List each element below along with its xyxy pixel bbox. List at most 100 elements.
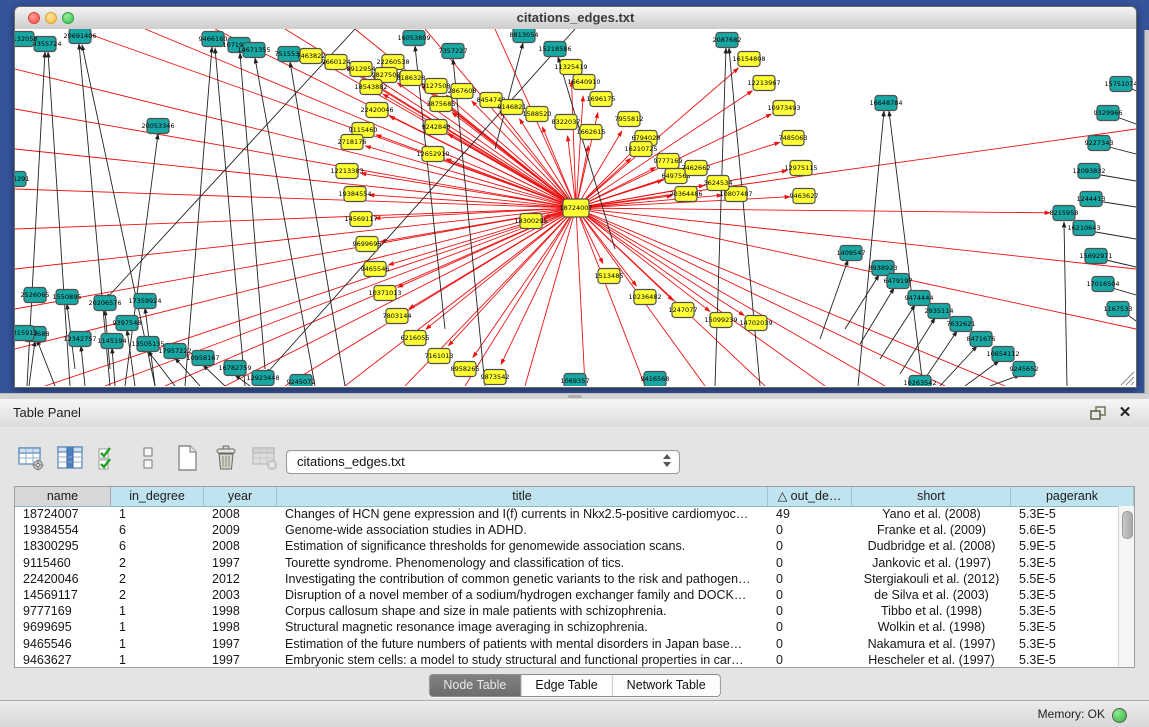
graph-node[interactable]: 8958265 <box>451 362 480 377</box>
graph-node[interactable]: 9245072 <box>287 375 316 387</box>
graph-node[interactable]: 14569117 <box>344 212 377 227</box>
graph-node[interactable]: 1145194 <box>98 334 127 349</box>
tab-network-table[interactable]: Network Table <box>613 675 720 696</box>
graph-node[interactable]: 9245652 <box>1010 362 1039 377</box>
close-panel-icon[interactable]: ✕ <box>1117 403 1133 423</box>
tab-node-table[interactable]: Node Table <box>429 675 521 696</box>
graph-node[interactable]: 7462662 <box>682 161 711 176</box>
graph-node[interactable]: 10973493 <box>767 101 800 116</box>
graph-node[interactable]: 7803144 <box>383 309 412 324</box>
graph-node[interactable]: 12093832 <box>1072 164 1105 179</box>
graph-node[interactable]: 1244413 <box>1077 192 1106 207</box>
delete-icon[interactable] <box>211 443 241 473</box>
memory-status-indicator[interactable] <box>1112 708 1127 723</box>
graph-node[interactable]: 16053809 <box>397 31 430 46</box>
graph-node[interactable]: 1696175 <box>587 92 616 107</box>
graph-node[interactable]: 9699695 <box>353 237 382 252</box>
graph-node[interactable]: 9873542 <box>481 370 510 385</box>
graph-node[interactable]: 9551291 <box>15 172 29 187</box>
graph-node[interactable]: 19384554 <box>338 187 371 202</box>
graph-node[interactable]: 20053346 <box>141 119 174 134</box>
graph-node[interactable]: 1662615 <box>577 125 606 140</box>
graph-node[interactable]: 9416568 <box>641 372 670 387</box>
graph-node[interactable]: 18724007 <box>559 199 592 217</box>
graph-node[interactable]: 9227343 <box>1085 136 1114 151</box>
graph-node[interactable]: 2935114 <box>925 304 954 319</box>
graph-node[interactable]: 9242848 <box>422 120 451 135</box>
graph-node[interactable]: 18300295 <box>514 214 547 229</box>
column-header-title[interactable]: title <box>277 487 768 506</box>
graph-node[interactable]: 9132058 <box>15 32 37 47</box>
table-row[interactable]: 1872400712008Changes of HCN gene express… <box>15 506 1119 522</box>
graph-node[interactable]: 2526065 <box>21 288 50 303</box>
graph-node[interactable]: 9397548 <box>113 316 142 331</box>
column-header-name[interactable]: name <box>15 487 111 506</box>
table-row[interactable]: 946362711997Embryonic stem cells: a mode… <box>15 652 1119 667</box>
network-window-titlebar[interactable]: citations_edges.txt <box>15 7 1136 30</box>
graph-node[interactable]: 10263542 <box>903 376 936 387</box>
graph-node[interactable]: 1588520 <box>523 107 552 122</box>
graph-node[interactable]: 9463627 <box>790 189 819 204</box>
graph-node[interactable]: 7955812 <box>615 112 644 127</box>
table-row[interactable]: 2242004622012Investigating the contribut… <box>15 571 1119 587</box>
network-graph-canvas[interactable]: 2435572420691406913205894661601071913514… <box>15 29 1136 386</box>
graph-node[interactable]: 2718176 <box>338 135 367 150</box>
graph-node[interactable]: 1513485 <box>595 269 624 284</box>
graph-node[interactable]: 16648784 <box>869 96 902 111</box>
graph-node[interactable]: 2087682 <box>713 33 742 48</box>
graph-node[interactable]: 7632621 <box>947 317 976 332</box>
table-row[interactable]: 977716911998Corpus callosum shape and si… <box>15 603 1119 619</box>
graph-node[interactable]: 15218586 <box>538 42 571 57</box>
graph-node[interactable]: 8813054 <box>510 29 539 43</box>
graph-node[interactable]: 16210643 <box>1067 221 1100 236</box>
graph-node[interactable]: 15099239 <box>704 313 737 328</box>
show-columns-icon[interactable] <box>94 443 124 473</box>
graph-node[interactable]: 20206576 <box>88 296 121 311</box>
graph-node[interactable]: 17359924 <box>128 294 161 309</box>
table-row[interactable]: 1830029562008Estimation of significance … <box>15 538 1119 554</box>
table-row[interactable]: 1456911722003Disruption of a novel membe… <box>15 587 1119 603</box>
graph-node[interactable]: 1247077 <box>669 303 698 318</box>
table-row[interactable]: 911546021997Tourette syndrome. Phenomeno… <box>15 555 1119 571</box>
table-settings-icon[interactable] <box>16 443 46 473</box>
graph-node[interactable]: 16640910 <box>567 75 600 90</box>
table-scrollbar[interactable] <box>1118 506 1134 667</box>
graph-node[interactable]: 1167533 <box>1104 302 1133 317</box>
graph-node[interactable]: 1069357 <box>561 374 590 387</box>
column-header-short[interactable]: short <box>852 487 1011 506</box>
resize-grip-icon[interactable] <box>1121 372 1134 385</box>
column-header-pagerank[interactable]: pagerank <box>1011 487 1134 506</box>
float-panel-icon[interactable] <box>1089 405 1107 421</box>
graph-node[interactable]: 9127508 <box>422 79 451 94</box>
column-header-in_degree[interactable]: in_degree <box>111 487 204 506</box>
graph-node[interactable]: 9329966 <box>1094 106 1123 121</box>
graph-node[interactable]: 8215958 <box>1050 206 1079 221</box>
graph-node[interactable]: 9465546 <box>361 262 390 277</box>
column-header-out_de[interactable]: △ out_de… <box>768 487 852 506</box>
table-row[interactable]: 969969511998Structural magnetic resonanc… <box>15 619 1119 635</box>
graph-node[interactable]: 16154808 <box>732 52 765 67</box>
table-row[interactable]: 946554611997Estimation of the future num… <box>15 636 1119 652</box>
graph-node[interactable]: 1409547 <box>837 246 866 261</box>
graph-node[interactable]: 7357227 <box>439 44 468 59</box>
graph-node[interactable]: 6216055 <box>401 331 430 346</box>
graph-node[interactable]: 6479197 <box>884 274 913 289</box>
graph-node[interactable]: 15692971 <box>1079 249 1112 264</box>
graph-node[interactable]: 10236482 <box>628 290 661 305</box>
graph-node[interactable]: 20691406 <box>63 29 96 44</box>
table-scrollbar-thumb[interactable] <box>1122 511 1133 539</box>
graph-node[interactable]: 3875685 <box>427 97 456 112</box>
graph-node[interactable]: 2867608 <box>448 84 477 99</box>
graph-node[interactable]: 7161013 <box>425 349 454 364</box>
graph-node[interactable]: 1550895 <box>53 290 82 305</box>
graph-node[interactable]: 12975115 <box>784 161 817 176</box>
row-height-icon[interactable] <box>133 443 163 473</box>
graph-node[interactable]: 7485063 <box>779 131 808 146</box>
graph-node[interactable]: 12213967 <box>747 76 780 91</box>
graph-node[interactable]: 12342757 <box>63 332 96 347</box>
graph-node[interactable]: 3624534 <box>704 176 733 191</box>
tab-edge-table[interactable]: Edge Table <box>521 675 612 696</box>
column-select-icon[interactable] <box>55 443 85 473</box>
graph-node[interactable]: 9315913 <box>15 326 37 341</box>
new-table-icon[interactable] <box>172 443 202 473</box>
